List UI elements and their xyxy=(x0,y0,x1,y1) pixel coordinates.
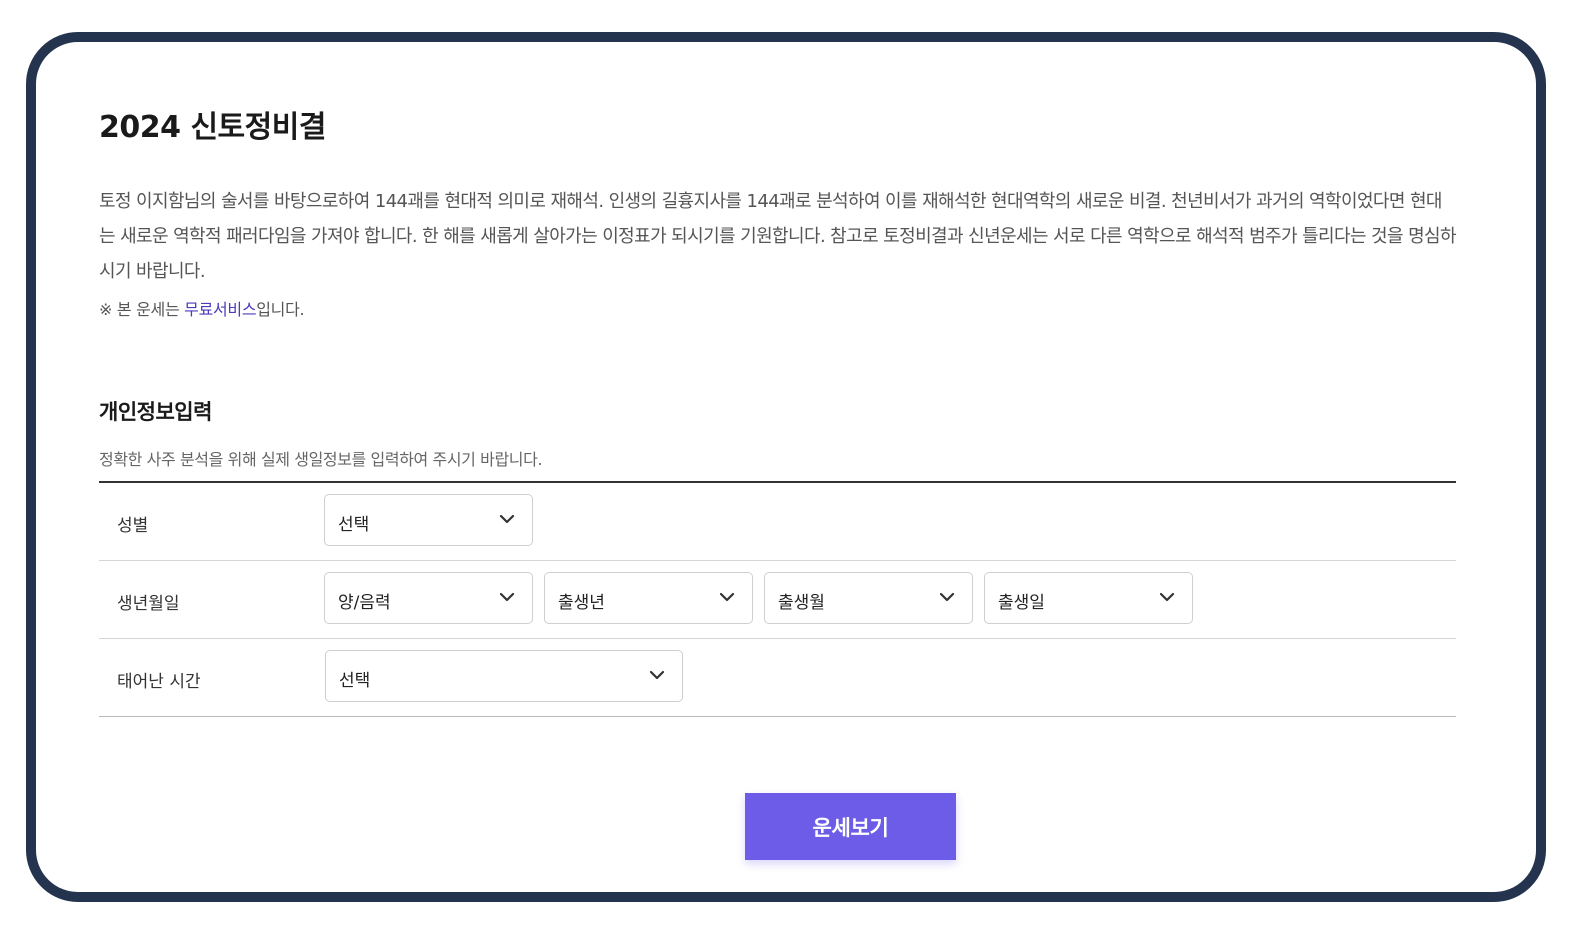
page-title: 2024 신토정비결 xyxy=(99,110,326,145)
calendar-type-value: 양/음력 xyxy=(338,593,391,613)
notice-prefix: ※ 본 운세는 xyxy=(99,300,185,319)
chevron-down-icon xyxy=(499,514,515,524)
birth-day-value: 출생일 xyxy=(998,593,1045,613)
view-fortune-button[interactable]: 운세보기 xyxy=(745,793,956,860)
birth-day-select[interactable]: 출생일 xyxy=(984,572,1193,624)
chevron-down-icon xyxy=(499,592,515,602)
personal-info-form: 성별 선택 생년월일 양/음력 출생년 출생월 출생일 태어난 시간 선택 xyxy=(99,481,1456,717)
chevron-down-icon xyxy=(939,592,955,602)
free-service-link[interactable]: 무료서비스 xyxy=(184,300,256,319)
form-section-subtitle: 정확한 사주 분석을 위해 실제 생일정보를 입력하여 주시기 바랍니다. xyxy=(99,450,543,469)
gender-select[interactable]: 선택 xyxy=(324,494,533,546)
birth-year-value: 출생년 xyxy=(558,593,605,613)
service-notice: ※ 본 운세는 무료서비스입니다. xyxy=(99,296,305,320)
chevron-down-icon xyxy=(649,670,665,680)
chevron-down-icon xyxy=(1159,592,1175,602)
chevron-down-icon xyxy=(719,592,735,602)
birthdate-label: 생년월일 xyxy=(117,594,180,614)
notice-suffix: 입니다. xyxy=(256,300,305,319)
calendar-type-select[interactable]: 양/음력 xyxy=(324,572,533,624)
birth-time-label: 태어난 시간 xyxy=(117,672,201,692)
birth-month-value: 출생월 xyxy=(778,593,825,613)
gender-row: 성별 선택 xyxy=(99,483,1456,561)
birthdate-row: 생년월일 양/음력 출생년 출생월 출생일 xyxy=(99,561,1456,639)
birth-time-row: 태어난 시간 선택 xyxy=(99,639,1456,717)
gender-label: 성별 xyxy=(117,516,149,536)
page-description: 토정 이지함님의 술서를 바탕으로하여 144괘를 현대적 의미로 재해석. 인… xyxy=(99,191,1457,282)
birth-month-select[interactable]: 출생월 xyxy=(764,572,973,624)
window-frame: 2024 신토정비결 토정 이지함님의 술서를 바탕으로하여 144괘를 현대적… xyxy=(26,32,1546,902)
form-section-title: 개인정보입력 xyxy=(99,400,212,424)
birth-year-select[interactable]: 출생년 xyxy=(544,572,753,624)
birth-time-value: 선택 xyxy=(339,671,371,691)
birth-time-select[interactable]: 선택 xyxy=(325,650,683,702)
gender-select-value: 선택 xyxy=(338,515,370,535)
